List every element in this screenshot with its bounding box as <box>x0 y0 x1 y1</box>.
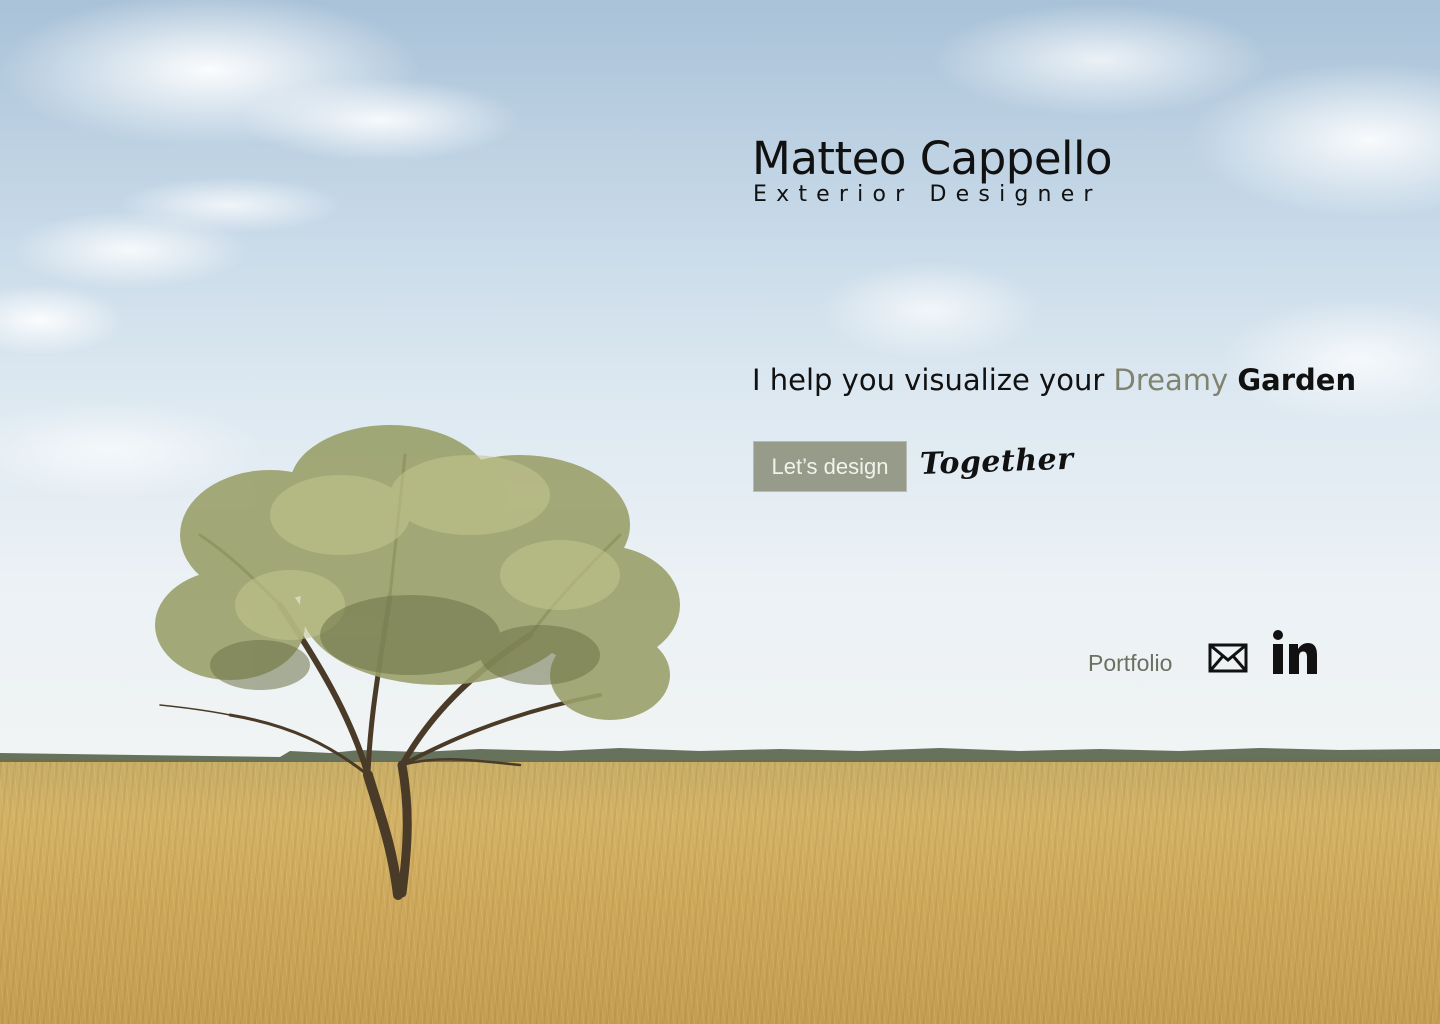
together-script-text: Together <box>919 441 1075 482</box>
portfolio-link[interactable]: Portfolio <box>1088 650 1172 677</box>
linkedin-icon[interactable] <box>1271 628 1319 678</box>
tagline: I help you visualize your Dreamy Garden <box>752 360 1356 400</box>
tagline-lead: I help you visualize your <box>752 363 1114 397</box>
site-header: Matteo Cappello Exterior Designer <box>752 132 1113 208</box>
designer-name: Matteo Cappello <box>752 132 1113 185</box>
tagline-accent: Dreamy <box>1113 363 1229 397</box>
background-landscape <box>0 0 1440 1024</box>
footer-links: Portfolio <box>1088 628 1328 678</box>
designer-role: Exterior Designer <box>753 182 1102 207</box>
mail-icon[interactable] <box>1208 642 1248 674</box>
lets-design-button[interactable]: Let’s design <box>753 441 907 492</box>
tagline-strong: Garden <box>1237 363 1357 397</box>
lone-tree <box>155 425 680 900</box>
